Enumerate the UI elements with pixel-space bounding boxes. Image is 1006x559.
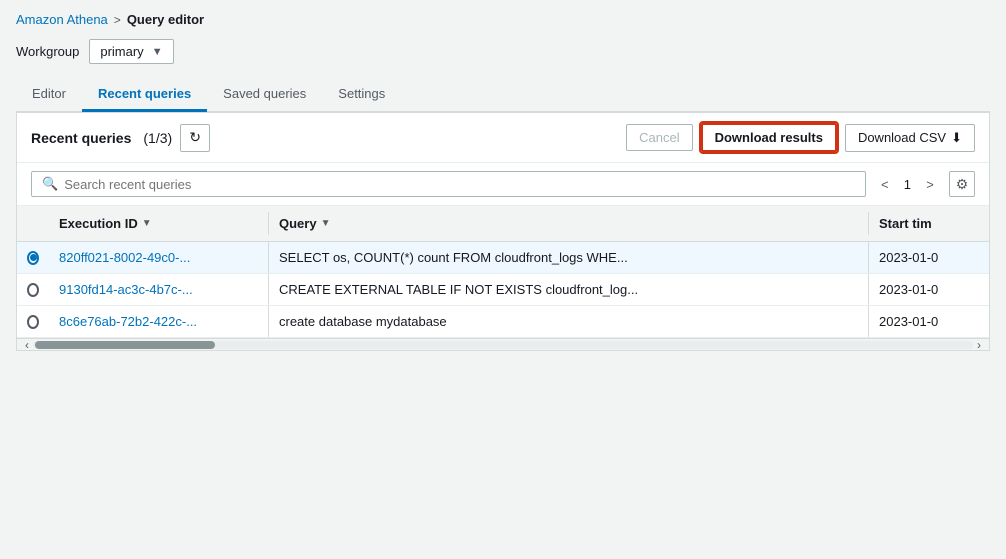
pagination-page: 1: [900, 177, 915, 192]
table-row[interactable]: 9130fd14-ac3c-4b7c-... CREATE EXTERNAL T…: [17, 274, 989, 306]
workgroup-row: Workgroup primary ▼: [16, 39, 990, 64]
execution-id-1[interactable]: 820ff021-8002-49c0-...: [49, 242, 269, 273]
col-select: [17, 212, 49, 235]
start-time-1: 2023-01-0: [869, 242, 989, 273]
refresh-button[interactable]: ↻: [180, 124, 210, 152]
pagination-prev[interactable]: <: [874, 173, 896, 195]
sort-icon-execution-id[interactable]: ▼: [142, 218, 152, 229]
scroll-left-icon[interactable]: ‹: [21, 338, 33, 352]
scrollbar-track[interactable]: [33, 341, 973, 349]
sort-icon-query[interactable]: ▼: [321, 218, 331, 229]
main-panel: Recent queries (1/3) ↻ Cancel Download r…: [16, 112, 990, 351]
query-1: SELECT os, COUNT(*) count FROM cloudfron…: [269, 242, 869, 273]
radio-selected: [27, 251, 39, 265]
radio-empty: [27, 315, 39, 329]
query-3: create database mydatabase: [269, 306, 869, 337]
radio-empty: [27, 283, 39, 297]
breadcrumb-current: Query editor: [127, 12, 204, 27]
query-2: CREATE EXTERNAL TABLE IF NOT EXISTS clou…: [269, 274, 869, 305]
settings-icon[interactable]: ⚙: [949, 171, 975, 197]
workgroup-value: primary: [100, 44, 143, 59]
tab-saved-queries[interactable]: Saved queries: [207, 78, 322, 112]
download-csv-button[interactable]: Download CSV ⬇: [845, 124, 975, 152]
workgroup-select[interactable]: primary ▼: [89, 39, 173, 64]
breadcrumb: Amazon Athena > Query editor: [16, 12, 990, 27]
table-body: 820ff021-8002-49c0-... SELECT os, COUNT(…: [17, 242, 989, 338]
search-icon: 🔍: [42, 176, 58, 192]
download-icon: ⬇: [951, 130, 962, 146]
execution-id-3[interactable]: 8c6e76ab-72b2-422c-...: [49, 306, 269, 337]
col-execution-id: Execution ID ▼: [49, 212, 269, 235]
pagination-next[interactable]: >: [919, 173, 941, 195]
scroll-right-icon[interactable]: ›: [973, 338, 985, 352]
table-header: Execution ID ▼ Query ▼ Start tim: [17, 206, 989, 242]
start-time-2: 2023-01-0: [869, 274, 989, 305]
col-query: Query ▼: [269, 212, 869, 235]
tab-editor[interactable]: Editor: [16, 78, 82, 112]
breadcrumb-separator: >: [114, 13, 121, 27]
row-select-3[interactable]: [17, 307, 49, 337]
tab-settings[interactable]: Settings: [322, 78, 401, 112]
table-row[interactable]: 8c6e76ab-72b2-422c-... create database m…: [17, 306, 989, 338]
breadcrumb-parent[interactable]: Amazon Athena: [16, 12, 108, 27]
start-time-3: 2023-01-0: [869, 306, 989, 337]
scrollbar-thumb[interactable]: [35, 341, 215, 349]
pagination: < 1 >: [874, 173, 941, 195]
scrollbar: ‹ ›: [17, 338, 989, 350]
search-row: 🔍 < 1 > ⚙: [17, 163, 989, 206]
cancel-button[interactable]: Cancel: [626, 124, 692, 151]
tab-recent-queries[interactable]: Recent queries: [82, 78, 207, 112]
table-row[interactable]: 820ff021-8002-49c0-... SELECT os, COUNT(…: [17, 242, 989, 274]
workgroup-label: Workgroup: [16, 44, 79, 59]
download-csv-label: Download CSV: [858, 130, 946, 145]
tabs-bar: Editor Recent queries Saved queries Sett…: [16, 78, 990, 112]
panel-toolbar: Recent queries (1/3) ↻ Cancel Download r…: [17, 113, 989, 163]
panel-title: Recent queries: [31, 130, 131, 146]
search-box[interactable]: 🔍: [31, 171, 866, 197]
row-select-1[interactable]: [17, 243, 49, 273]
row-select-2[interactable]: [17, 275, 49, 305]
execution-id-2[interactable]: 9130fd14-ac3c-4b7c-...: [49, 274, 269, 305]
chevron-down-icon: ▼: [152, 46, 163, 58]
search-input[interactable]: [64, 177, 855, 192]
download-results-button[interactable]: Download results: [701, 123, 837, 152]
col-start-time: Start tim: [869, 212, 989, 235]
panel-count: (1/3): [143, 130, 172, 146]
